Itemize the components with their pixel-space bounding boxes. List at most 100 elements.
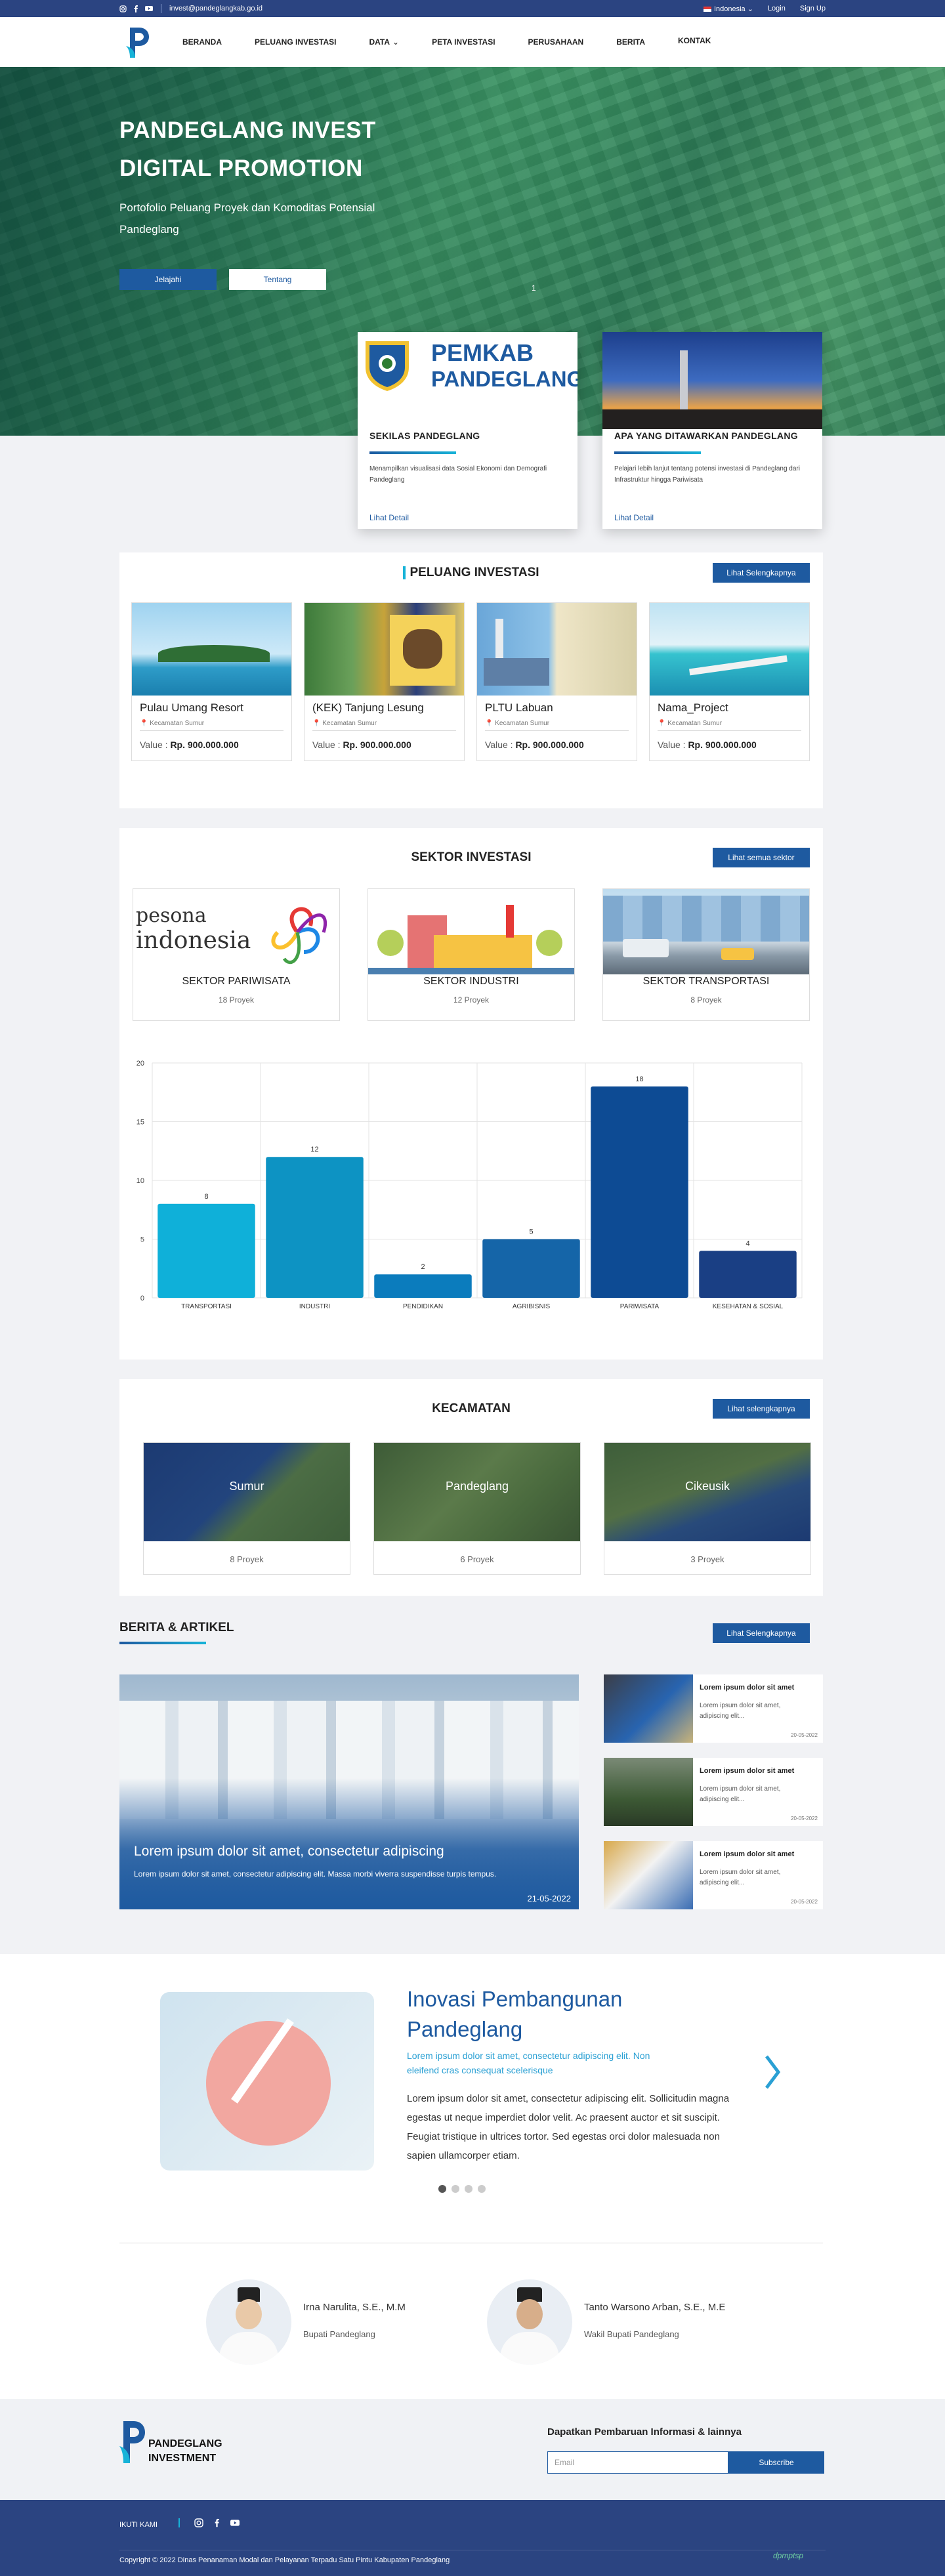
kecamatan-map-image: Pandeglang (374, 1443, 580, 1541)
value-label: Value : (485, 739, 516, 750)
location-pin-icon: 📍 (485, 720, 494, 727)
see-more-news-button[interactable]: Lihat Selengkapnya (713, 1623, 810, 1643)
leader-name: Tanto Warsono Arban, S.E., M.E (584, 2302, 726, 2313)
pesona-word: pesona (136, 904, 207, 927)
sector-name: SEKTOR TRANSPORTASI (642, 976, 770, 987)
carousel-dot[interactable] (452, 2185, 459, 2193)
news-item[interactable]: Lorem ipsum dolor sit amet Lorem ipsum d… (604, 1758, 823, 1826)
see-all-sectors-button[interactable]: Lihat semua sektor (713, 848, 810, 867)
kecamatan-count: 8 Proyek (230, 1554, 264, 1564)
value-amount: Rp. 900.000.000 (170, 739, 239, 750)
value-label: Value : (658, 739, 688, 750)
contact-email[interactable]: invest@pandeglangkab.go.id (169, 5, 262, 12)
kecamatan-card[interactable]: Pandeglang 6 Proyek (373, 1442, 581, 1575)
project-card[interactable]: Nama_Project 📍 Kecamatan Sumur Value : R… (649, 602, 810, 761)
map-island (403, 629, 442, 669)
sector-name: SEKTOR PARIWISATA (182, 976, 291, 987)
nav-peta-investasi[interactable]: PETA INVESTASI (432, 37, 495, 47)
nav-perusahaan[interactable]: PERUSAHAAN (528, 37, 584, 47)
featured-news-card[interactable]: Lorem ipsum dolor sit amet, consectetur … (119, 1674, 579, 1909)
about-button[interactable]: Tentang (229, 269, 326, 290)
transport-illustration (603, 889, 809, 974)
tree-right (536, 930, 562, 956)
city-skyline (602, 409, 822, 429)
sector-count: 12 Proyek (453, 995, 490, 1005)
sector-card-transportasi[interactable]: SEKTOR TRANSPORTASI 8 Proyek (602, 888, 810, 1021)
nav-berita[interactable]: BERITA (616, 37, 645, 47)
facebook-icon[interactable] (133, 5, 138, 12)
project-image (477, 603, 637, 696)
carousel-dot[interactable] (465, 2185, 472, 2193)
follow-divider (178, 2518, 180, 2527)
project-card[interactable]: Pulau Umang Resort 📍 Kecamatan Sumur Val… (131, 602, 292, 761)
chevron-right-icon[interactable] (763, 2052, 782, 2092)
copyright-text: Copyright © 2022 Dinas Penanaman Modal d… (119, 2556, 450, 2564)
project-card[interactable]: (KEK) Tanjung Lesung 📍 Kecamatan Sumur V… (304, 602, 465, 761)
detail-link[interactable]: Lihat Detail (614, 513, 654, 522)
project-value: Value : Rp. 900.000.000 (485, 739, 584, 750)
y-tick-label: 5 (140, 1236, 144, 1244)
footer: PANDEGLANG INVESTMENT Dapatkan Pembaruan… (0, 2399, 945, 2500)
news-item[interactable]: Lorem ipsum dolor sit amet Lorem ipsum d… (604, 1841, 823, 1909)
subscribe-button[interactable]: Subscribe (728, 2451, 824, 2474)
x-tick-label: TRANSPORTASI (181, 1303, 232, 1310)
car (721, 948, 754, 960)
footer-logo-text: PANDEGLANG INVESTMENT (148, 2437, 222, 2466)
divider (658, 730, 801, 731)
news-title: Lorem ipsum dolor sit amet (700, 1850, 795, 1858)
title-accent (403, 566, 406, 579)
news-date: 20-05-2022 (791, 1732, 818, 1738)
avatar (206, 2279, 291, 2365)
language-select[interactable]: Indonesia ⌄ (703, 5, 753, 13)
youtube-icon[interactable] (145, 5, 153, 12)
sector-card-industri[interactable]: SEKTOR INDUSTRI 12 Proyek (368, 888, 575, 1021)
peluang-section: PELUANG INVESTASI Lihat Selengkapnya Pul… (119, 552, 823, 808)
detail-link[interactable]: Lihat Detail (369, 513, 409, 522)
carousel-indicator[interactable]: 1 (532, 283, 536, 293)
info-card-penawaran[interactable]: APA YANG DITAWARKAN PANDEGLANG Pelajari … (602, 332, 822, 529)
news-thumbnail (604, 1841, 693, 1909)
social-links (119, 5, 153, 12)
email-input[interactable]: Email (547, 2451, 728, 2474)
project-card[interactable]: PLTU Labuan 📍 Kecamatan Sumur Value : Rp… (476, 602, 637, 761)
signup-link[interactable]: Sign Up (800, 5, 826, 12)
kecamatan-card[interactable]: Sumur 8 Proyek (143, 1442, 350, 1575)
site-logo[interactable] (126, 26, 150, 59)
news-thumbnail (604, 1758, 693, 1826)
carousel-dot[interactable] (438, 2185, 446, 2193)
power-plant-building (484, 658, 549, 686)
sektor-section: SEKTOR INVESTASI Lihat semua sektor peso… (119, 828, 823, 1360)
kecamatan-card[interactable]: Cikeusik 3 Proyek (604, 1442, 811, 1575)
login-link[interactable]: Login (768, 5, 786, 12)
see-more-kecamatan-button[interactable]: Lihat selengkapnya (713, 1399, 810, 1419)
info-card-sekilas[interactable]: PEMKAB PANDEGLANG SEKILAS PANDEGLANG Men… (358, 332, 578, 529)
buildings (603, 896, 809, 942)
featured-news-title: Lorem ipsum dolor sit amet, consectetur … (134, 1844, 444, 1859)
title-underline (369, 451, 456, 454)
location-pin-icon: 📍 (658, 720, 666, 727)
youtube-icon[interactable] (230, 2519, 240, 2527)
see-more-button[interactable]: Lihat Selengkapnya (713, 563, 810, 583)
bar (591, 1086, 688, 1298)
facebook-icon[interactable] (214, 2518, 220, 2527)
instagram-icon[interactable] (194, 2518, 203, 2527)
kecamatan-count: 6 Proyek (460, 1554, 494, 1564)
news-title: Lorem ipsum dolor sit amet (700, 1767, 795, 1775)
featured-news-date: 21-05-2022 (527, 1894, 572, 1903)
bar (482, 1239, 580, 1298)
sector-card-pariwisata[interactable]: pesona indonesia SEKTOR PARIWISATA 18 Pro… (133, 888, 340, 1021)
carousel-dot[interactable] (478, 2185, 486, 2193)
hero-title: PANDEGLANG INVEST DIGITAL PROMOTION (119, 117, 376, 181)
y-tick-label: 15 (136, 1119, 144, 1127)
nav-beranda[interactable]: BERANDA (182, 37, 222, 47)
divider (140, 730, 284, 731)
instagram-icon[interactable] (119, 5, 127, 12)
nav-peluang-investasi[interactable]: PELUANG INVESTASI (255, 37, 336, 47)
explore-button[interactable]: Jelajahi (119, 269, 217, 290)
indonesia-word: indonesia (136, 927, 251, 954)
nav-data[interactable]: DATA ⌄ (369, 37, 399, 47)
leader-name: Irna Narulita, S.E., M.M (303, 2302, 406, 2313)
news-item[interactable]: Lorem ipsum dolor sit amet Lorem ipsum d… (604, 1674, 823, 1743)
nav-kontak[interactable]: KONTAK (678, 36, 711, 45)
sector-count: 18 Proyek (218, 995, 255, 1005)
